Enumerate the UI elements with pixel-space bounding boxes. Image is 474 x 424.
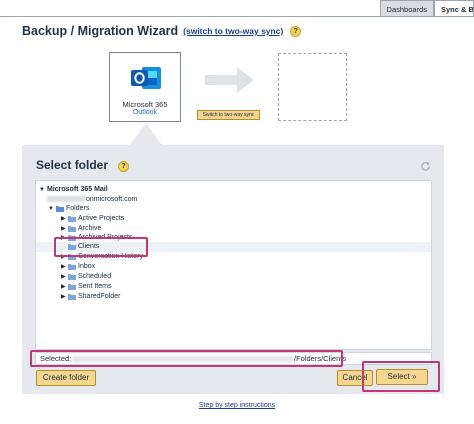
folder-icon [68, 226, 76, 232]
source-name: Microsoft 365 [122, 100, 168, 109]
step-by-step-link[interactable]: Step by step instructions [0, 402, 474, 409]
switch-two-way-sync-button[interactable]: Switch to two-way sync [197, 110, 260, 120]
expand-icon[interactable]: ▶ [61, 272, 66, 282]
tree-item-label: Active Projects [78, 215, 125, 222]
collapse-icon[interactable]: ▼ [39, 185, 45, 195]
tree-account-label: onmicrosoft.com [47, 195, 137, 205]
masked-account [47, 196, 85, 203]
source-card[interactable]: Microsoft 365 Outlook [109, 52, 181, 122]
expand-icon[interactable]: ▶ [61, 282, 66, 292]
folder-icon [56, 206, 64, 212]
folder-tree: ▼ Microsoft 365 Mail onmicrosoft.com ▼ F… [35, 180, 432, 350]
highlight-clients [54, 237, 148, 257]
tree-item-label: Inbox [78, 263, 96, 270]
expand-icon[interactable]: ▶ [61, 262, 66, 272]
tree-item-label: SharedFolder [78, 293, 121, 300]
expand-icon[interactable]: ▶ [61, 292, 66, 302]
outlook-icon [131, 67, 161, 89]
panel-title: Select folder [36, 158, 109, 172]
tree-item-label: Scheduled [78, 273, 112, 280]
tabs-divider [0, 16, 474, 17]
tab-dashboards[interactable]: Dashboards [379, 0, 434, 17]
switch-to-two-way-sync-link[interactable]: (switch to two-way sync) [183, 26, 283, 36]
highlight-select-button [362, 361, 440, 392]
tree-root-label: Microsoft 365 Mail [47, 186, 108, 193]
folder-icon [68, 294, 76, 300]
page-title: Backup / Migration Wizard [22, 24, 179, 38]
tree-item-label: Sent Items [78, 283, 112, 290]
account-suffix: onmicrosoft.com [86, 196, 138, 203]
refresh-icon[interactable] [420, 161, 431, 172]
folder-icon [68, 264, 76, 270]
arrow-right-icon [205, 67, 254, 93]
top-tabs: Dashboards Sync & Ba [379, 0, 474, 17]
folder-icon [68, 274, 76, 280]
create-folder-button[interactable]: Create folder [36, 370, 96, 386]
folder-icon [68, 284, 76, 290]
tree-item-label: Folders [66, 205, 90, 212]
title-row: Backup / Migration Wizard (switch to two… [22, 24, 302, 38]
source-subtitle: Outlook [132, 109, 158, 116]
tab-sync-and-backup[interactable]: Sync & Ba [434, 0, 474, 17]
folder-icon [68, 216, 76, 222]
destination-placeholder[interactable] [278, 53, 347, 121]
collapse-icon[interactable]: ▼ [48, 204, 54, 214]
expand-icon[interactable]: ▶ [61, 214, 66, 224]
panel-help-icon[interactable]: ? [118, 161, 129, 172]
help-icon[interactable]: ? [290, 25, 302, 37]
highlight-selected-path [30, 350, 343, 367]
panel-pointer [130, 123, 162, 145]
